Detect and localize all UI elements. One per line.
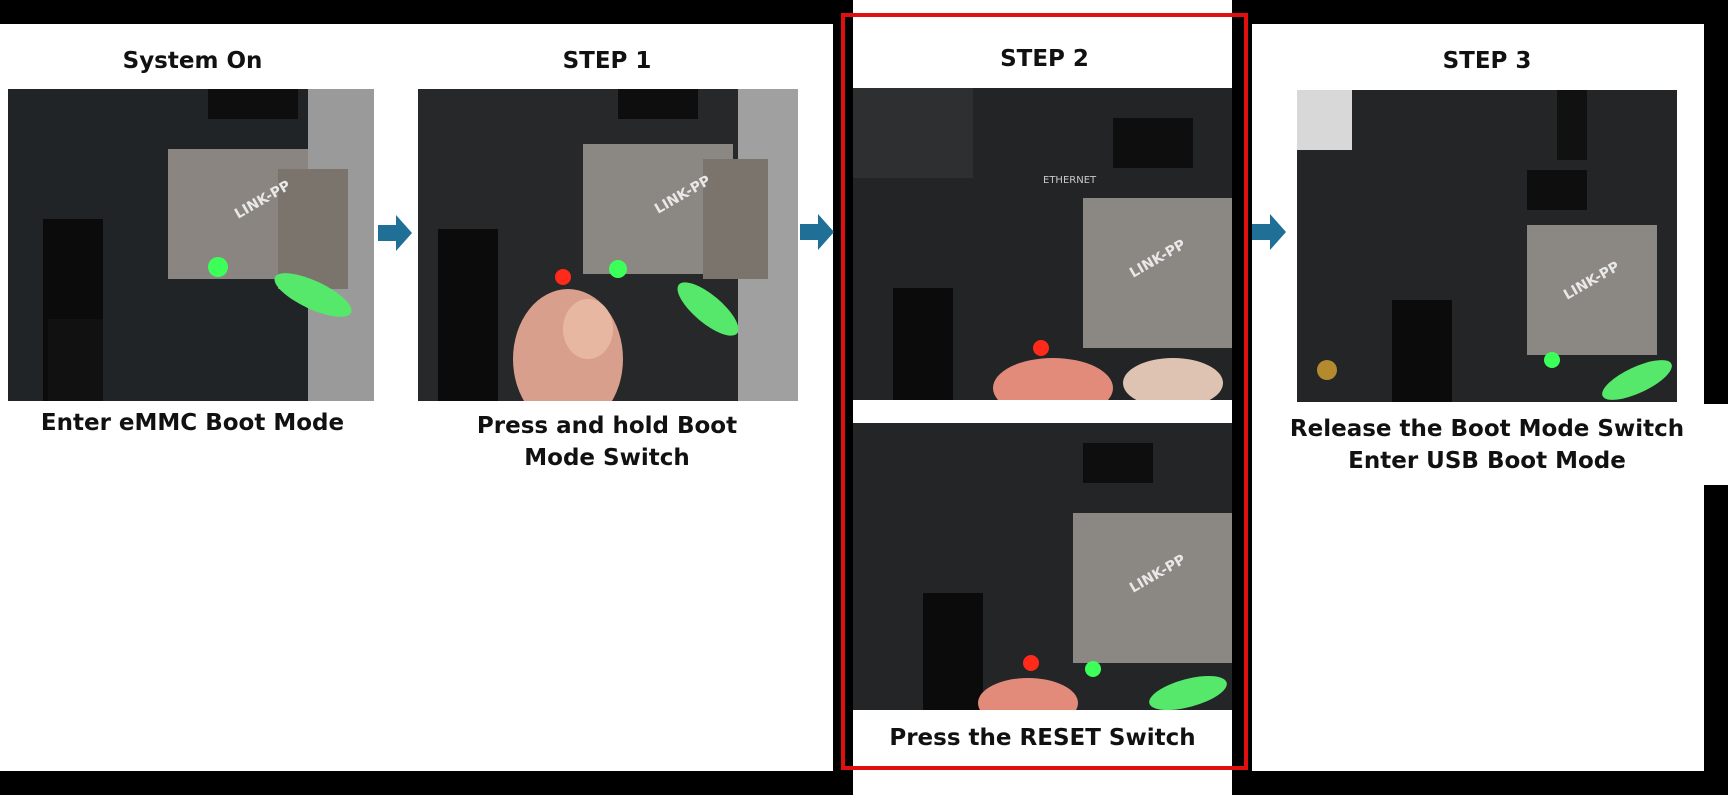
step-title: STEP 2 (1000, 46, 1089, 72)
step-caption: Release the Boot Mode Switch Enter USB B… (1282, 413, 1692, 477)
caption-line: Enter eMMC Boot Mode (40, 410, 345, 436)
step-title: STEP 1 (562, 48, 652, 74)
bottom-black-bar-right (1252, 771, 1728, 795)
step-title: STEP 3 (1442, 48, 1532, 74)
caption-line: Mode Switch (524, 445, 690, 471)
caption-line: Press the RESET Switch (889, 725, 1196, 751)
bottom-black-bar-left (0, 771, 833, 795)
right-arrow-icon (378, 213, 414, 253)
step-caption: Press and hold Boot Mode Switch (417, 410, 797, 474)
right-arrow-icon (800, 212, 836, 252)
right-edge-bar (1704, 24, 1728, 404)
step-title: System On (122, 48, 263, 74)
step-caption: Enter eMMC Boot Mode (0, 407, 385, 439)
ethernet-label: ETHERNET (1043, 175, 1097, 186)
board-photo-system-on: LINK-PP (8, 89, 374, 401)
caption-line: Press and hold Boot (476, 413, 738, 439)
board-photo-step2-bottom: LINK-PP (853, 423, 1232, 710)
right-edge-bar-lower (1704, 485, 1728, 771)
step-caption: Press the RESET Switch (853, 722, 1232, 754)
caption-line: Release the Boot Mode Switch (1289, 416, 1685, 442)
right-arrow-icon (1252, 212, 1288, 252)
caption-line: Enter USB Boot Mode (1348, 448, 1626, 474)
board-photo-step2-top: LINK-PP ETHERNET (853, 88, 1232, 400)
board-photo-step3: LINK-PP (1297, 90, 1677, 402)
board-photo-step1: LINK-PP (418, 89, 798, 401)
